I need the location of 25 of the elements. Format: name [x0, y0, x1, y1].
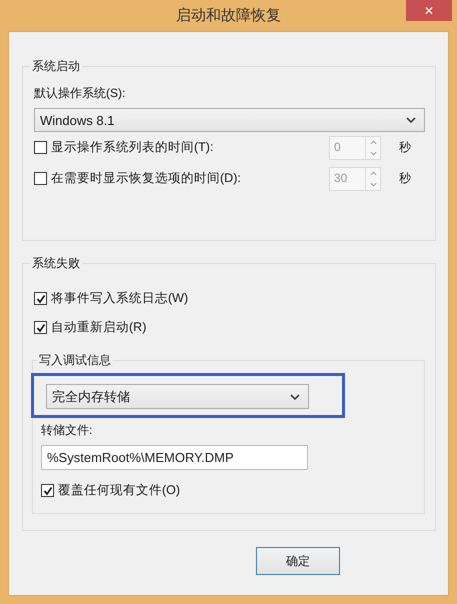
checkbox-label: 自动重新启动(R)	[51, 319, 146, 336]
unit-label: 秒	[398, 139, 412, 156]
dump-file-field[interactable]: %SystemRoot%\MEMORY.DMP	[41, 445, 308, 470]
group-title: 系统启动	[31, 58, 81, 75]
dropdown-value: 完全内存转储	[52, 388, 130, 406]
checkbox-label: 将事件写入系统日志(W)	[51, 290, 188, 307]
group-title: 写入调试信息	[38, 352, 112, 369]
chevron-down-icon	[290, 394, 300, 400]
dump-type-dropdown[interactable]: 完全内存转储	[46, 384, 309, 409]
checkbox-label: 覆盖任何现有文件(O)	[58, 482, 180, 499]
dropdown-value: Windows 8.1	[40, 112, 114, 128]
field-label: 转储文件:	[41, 422, 94, 439]
checkbox[interactable]	[41, 484, 54, 497]
checkbox-label: 在需要时显示恢复选项的时间(D):	[51, 170, 242, 187]
group-title: 系统失败	[31, 255, 81, 272]
ok-button[interactable]: 确定	[256, 547, 340, 575]
checkbox[interactable]	[34, 321, 47, 334]
checkbox-label: 显示操作系统列表的时间(T):	[51, 139, 214, 156]
chevron-down-icon	[406, 117, 416, 123]
field-label: 默认操作系统(S):	[34, 85, 126, 102]
checkbox[interactable]	[34, 292, 47, 305]
os-dropdown[interactable]: Windows 8.1	[34, 108, 425, 132]
close-button[interactable]: ✕	[406, 0, 452, 21]
window-title: 启动和故障恢复	[176, 6, 281, 25]
unit-label: 秒	[398, 170, 412, 187]
